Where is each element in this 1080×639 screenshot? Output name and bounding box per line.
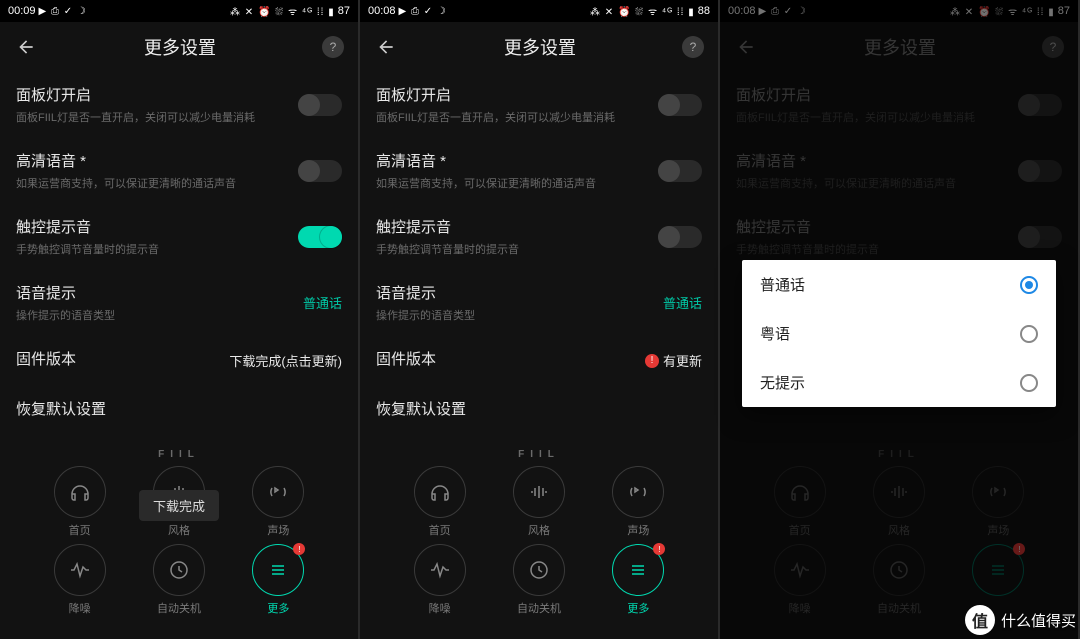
setting-title: 面板灯开启 <box>16 84 298 105</box>
dialog-option-cantonese[interactable]: 粤语 <box>742 309 1056 358</box>
reset-row[interactable]: 恢复默认设置 <box>0 386 358 436</box>
voice-prompt-row[interactable]: 语音提示 操作提示的语音类型 普通话 <box>360 270 718 336</box>
settings-list: 面板灯开启 面板FIIL灯是否一直开启，关闭可以减少电量消耗 高清语音 * 如果… <box>360 72 718 439</box>
setting-sub: 如果运营商支持，可以保证更清晰的通话声音 <box>16 175 298 191</box>
header: 更多设置 ? <box>0 22 358 72</box>
radio-icon <box>1020 374 1038 392</box>
panel-light-row[interactable]: 面板灯开启 面板FIIL灯是否一直开启，关闭可以减少电量消耗 <box>360 72 718 138</box>
setting-title: 高清语音 * <box>16 150 298 171</box>
nav-more[interactable]: !更多 <box>229 544 328 616</box>
nav-home[interactable]: 首页 <box>390 466 489 538</box>
touch-tone-toggle[interactable] <box>658 226 702 248</box>
page-title: 更多设置 <box>398 34 682 60</box>
panel-1: 00:08 ▶ ⎙ ✓ ☽ ⁂ ✕ ⏰ ⛆ ᯤ ⁴ᴳ ⁞⁞ ▮ 88 更多设置 … <box>360 0 720 639</box>
firmware-status: 有更新 <box>663 351 702 370</box>
status-left-icons: ▶ ⎙ ✓ ☽ <box>399 6 447 17</box>
nav-autopower[interactable]: 自动关机 <box>489 544 588 616</box>
dialog-option-none[interactable]: 无提示 <box>742 358 1056 407</box>
nav-soundfield[interactable]: 声场 <box>229 466 328 538</box>
status-bar: 00:09 ▶ ⎙ ✓ ☽ ⁂ ✕ ⏰ ⛆ ᯤ ⁴ᴳ ⁞⁞ ▮ 87 <box>0 0 358 22</box>
voice-prompt-value: 普通话 <box>303 293 342 312</box>
reset-row[interactable]: 恢复默认设置 <box>360 386 718 436</box>
setting-title: 恢复默认设置 <box>16 398 106 419</box>
alert-icon: ! <box>645 354 659 368</box>
panel-light-toggle[interactable] <box>658 94 702 116</box>
nav-autopower[interactable]: 自动关机 <box>129 544 228 616</box>
header: 更多设置 ? <box>360 22 718 72</box>
battery-level: 88 <box>698 5 710 17</box>
hd-voice-row[interactable]: 高清语音 * 如果运营商支持，可以保证更清晰的通话声音 <box>0 138 358 204</box>
setting-sub: 面板FIIL灯是否一直开启，关闭可以减少电量消耗 <box>16 109 298 125</box>
hd-voice-toggle[interactable] <box>658 160 702 182</box>
firmware-row[interactable]: 固件版本 !有更新 <box>360 336 718 386</box>
watermark: 值 什么值得买 <box>965 605 1076 635</box>
radio-icon <box>1020 276 1038 294</box>
touch-tone-toggle[interactable] <box>298 226 342 248</box>
hd-voice-toggle[interactable] <box>298 160 342 182</box>
download-toast: 下载完成 <box>139 490 219 521</box>
nav-soundfield[interactable]: 声场 <box>589 466 688 538</box>
voice-prompt-value: 普通话 <box>663 293 702 312</box>
fiil-logo: FIIL <box>0 449 358 460</box>
nav-style[interactable]: 风格 <box>489 466 588 538</box>
panel-light-row[interactable]: 面板灯开启 面板FIIL灯是否一直开启，关闭可以减少电量消耗 <box>0 72 358 138</box>
nav-noise[interactable]: 降噪 <box>30 544 129 616</box>
panel-light-toggle[interactable] <box>298 94 342 116</box>
setting-sub: 手势触控调节音量时的提示音 <box>16 241 298 257</box>
voice-prompt-dialog: 普通话 粤语 无提示 <box>742 260 1056 407</box>
nav-noise[interactable]: 降噪 <box>390 544 489 616</box>
help-button[interactable]: ? <box>682 36 704 58</box>
fiil-logo: FIIL <box>360 449 718 460</box>
voice-prompt-row[interactable]: 语音提示 操作提示的语音类型 普通话 <box>0 270 358 336</box>
alert-badge: ! <box>293 543 305 555</box>
touch-tone-row[interactable]: 触控提示音 手势触控调节音量时的提示音 <box>360 204 718 270</box>
bottom-nav: FIIL 首页 风格 声场 降噪 自动关机 !更多 下载完成 <box>0 439 358 639</box>
setting-title: 固件版本 <box>16 348 229 369</box>
back-button[interactable] <box>14 35 38 59</box>
bottom-nav: FIIL 首页 风格 声场 降噪 自动关机 !更多 <box>360 439 718 639</box>
dialog-option-mandarin[interactable]: 普通话 <box>742 260 1056 309</box>
watermark-text: 什么值得买 <box>1001 610 1076 631</box>
setting-title: 触控提示音 <box>16 216 298 237</box>
back-button[interactable] <box>374 35 398 59</box>
watermark-badge: 值 <box>965 605 995 635</box>
setting-title: 语音提示 <box>16 282 303 303</box>
nav-home[interactable]: 首页 <box>30 466 129 538</box>
help-button[interactable]: ? <box>322 36 344 58</box>
hd-voice-row[interactable]: 高清语音 * 如果运营商支持，可以保证更清晰的通话声音 <box>360 138 718 204</box>
setting-sub: 操作提示的语音类型 <box>16 307 303 323</box>
page-title: 更多设置 <box>38 34 322 60</box>
firmware-status: 下载完成(点击更新) <box>229 351 342 370</box>
status-bar: 00:08 ▶ ⎙ ✓ ☽ ⁂ ✕ ⏰ ⛆ ᯤ ⁴ᴳ ⁞⁞ ▮ 88 <box>360 0 718 22</box>
panel-2: 00:08 ▶ ⎙ ✓ ☽ ⁂ ✕ ⏰ ⛆ ᯤ ⁴ᴳ ⁞⁞ ▮ 87 更多设置 … <box>720 0 1080 639</box>
status-right-icons: ⁂ ✕ ⏰ ⛆ ᯤ ⁴ᴳ ⁞⁞ ▮ <box>590 4 695 18</box>
firmware-row[interactable]: 固件版本 下载完成(点击更新) <box>0 336 358 386</box>
touch-tone-row[interactable]: 触控提示音 手势触控调节音量时的提示音 <box>0 204 358 270</box>
panel-0: 00:09 ▶ ⎙ ✓ ☽ ⁂ ✕ ⏰ ⛆ ᯤ ⁴ᴳ ⁞⁞ ▮ 87 更多设置 … <box>0 0 360 639</box>
radio-icon <box>1020 325 1038 343</box>
settings-list: 面板灯开启 面板FIIL灯是否一直开启，关闭可以减少电量消耗 高清语音 * 如果… <box>0 72 358 439</box>
battery-level: 87 <box>338 5 350 17</box>
nav-more[interactable]: !更多 <box>589 544 688 616</box>
clock: 00:09 <box>8 5 36 17</box>
status-left-icons: ▶ ⎙ ✓ ☽ <box>39 6 87 17</box>
alert-badge: ! <box>653 543 665 555</box>
status-right-icons: ⁂ ✕ ⏰ ⛆ ᯤ ⁴ᴳ ⁞⁞ ▮ <box>230 4 335 18</box>
clock: 00:08 <box>368 5 396 17</box>
